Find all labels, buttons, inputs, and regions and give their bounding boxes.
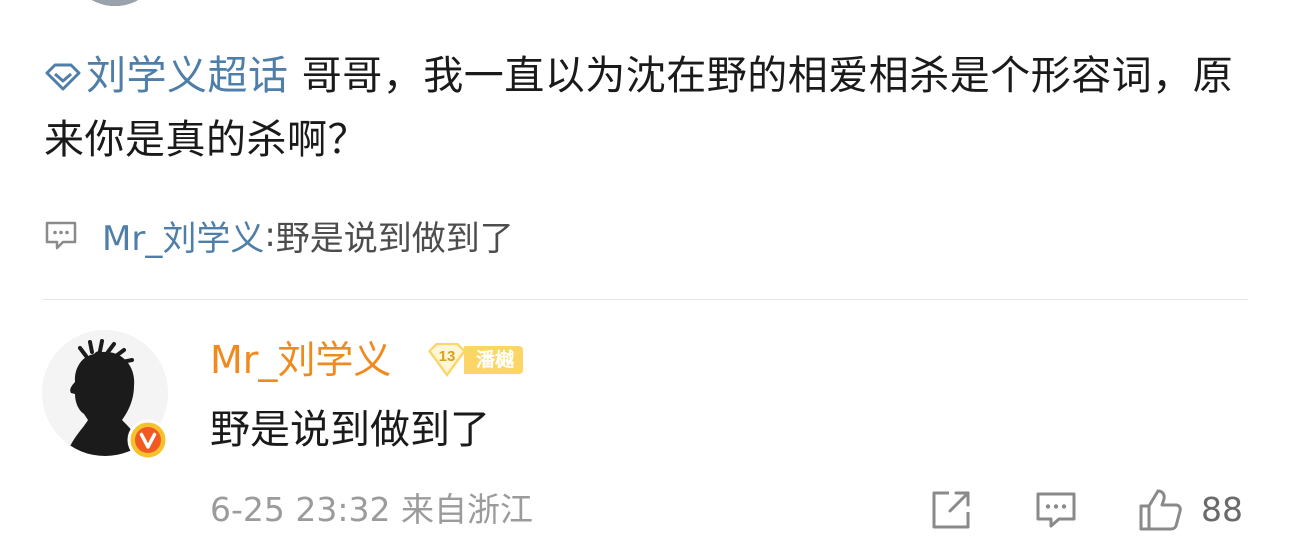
share-icon bbox=[932, 491, 970, 529]
fan-badge[interactable]: 13 潘樾 bbox=[424, 341, 524, 379]
comment-button[interactable] bbox=[1033, 487, 1079, 533]
verified-v-icon bbox=[127, 419, 169, 461]
comment-location: 来自浙江 bbox=[401, 490, 533, 529]
reply-preview-user[interactable]: Mr_刘学义 bbox=[102, 211, 264, 260]
thumbs-up-icon bbox=[1139, 489, 1182, 531]
comment-meta: 6-25 23:32 来自浙江 bbox=[210, 488, 533, 532]
badge-name: 潘樾 bbox=[464, 346, 524, 374]
topic-name[interactable]: 刘学义超话 bbox=[86, 53, 289, 99]
like-count: 88 bbox=[1201, 490, 1243, 529]
reply-preview-separator: : bbox=[264, 215, 276, 255]
previous-user-avatar[interactable] bbox=[68, 0, 162, 6]
comment-time: 6-25 23:32 bbox=[210, 490, 391, 529]
reply-preview[interactable]: Mr_刘学义: 野是说到做到了 bbox=[44, 207, 514, 263]
comment-bubble-icon bbox=[44, 218, 78, 252]
diamond-icon bbox=[45, 63, 81, 91]
like-button[interactable] bbox=[1138, 487, 1184, 533]
comment-text: 野是说到做到了 bbox=[210, 407, 490, 453]
comment-username[interactable]: Mr_刘学义 bbox=[210, 336, 391, 384]
divider bbox=[42, 299, 1248, 300]
topic-link[interactable]: 刘学义超话 bbox=[44, 53, 289, 99]
svg-text:13: 13 bbox=[439, 348, 456, 365]
reply-preview-text: 野是说到做到了 bbox=[275, 218, 514, 259]
comment-icon bbox=[1036, 492, 1076, 528]
post-content: 刘学义超话 哥哥，我一直以为沈在野的相爱相杀是个形容词，原来你是真的杀啊？ bbox=[44, 44, 1250, 172]
share-button[interactable] bbox=[928, 487, 974, 533]
